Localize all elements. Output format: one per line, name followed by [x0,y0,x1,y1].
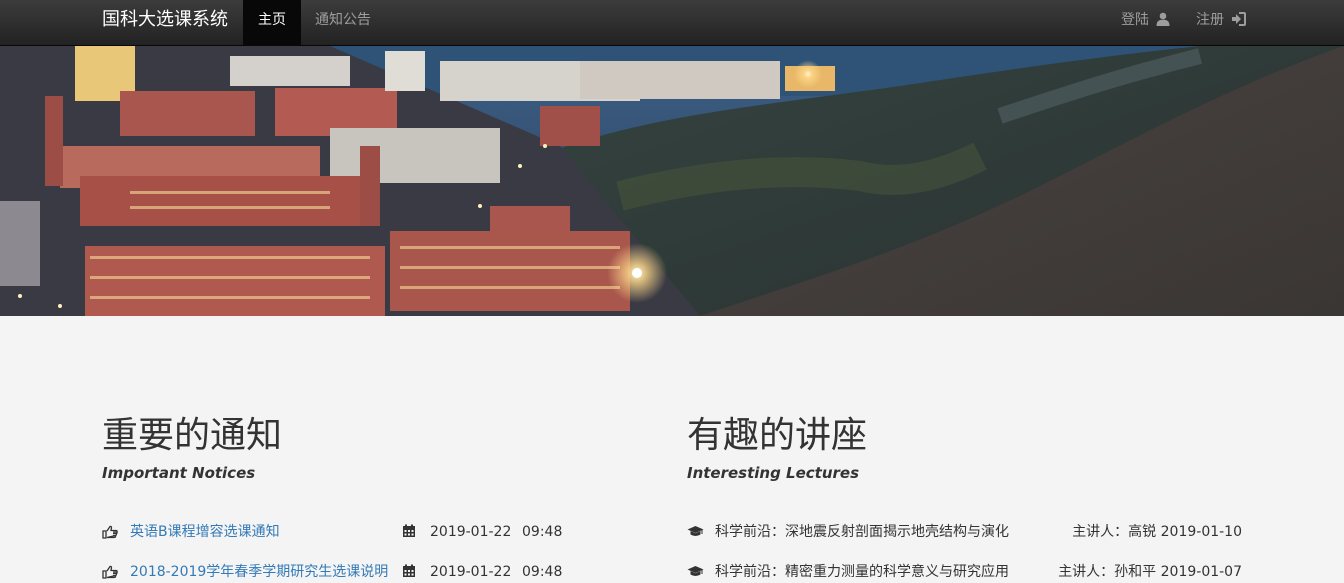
graduation-cap-icon [687,526,704,536]
calendar-icon [403,564,415,577]
brand-title[interactable]: 国科大选课系统 [102,0,228,46]
lecture-row[interactable]: 科学前沿：深地震反射剖面揭示地壳结构与演化 主讲人：高锐 2019-01-10 [687,521,1242,543]
notices-subheading: Important Notices [102,464,256,482]
nav-announcements[interactable]: 通知公告 [300,0,386,46]
notice-date-value: 2019-01-22 [430,564,512,580]
notice-link[interactable]: 英语B课程增容选课通知 [130,521,280,543]
lecture-speaker-date: 主讲人：孙和平 2019-01-07 [1058,564,1242,580]
notices-heading: 重要的通知 [102,415,283,456]
hand-pointing-right-icon [102,565,118,579]
notice-time-value: 09:48 [522,564,563,580]
graduation-cap-icon [687,566,704,576]
login-label: 登陆 [1121,12,1149,28]
register-link[interactable]: 注册 [1181,0,1261,46]
top-navbar: 国科大选课系统 主页 通知公告 登陆 注册 [0,0,1344,46]
campus-banner-image [0,46,1344,316]
user-icon [1156,12,1170,26]
notice-time-value: 09:48 [522,524,563,540]
lecture-row[interactable]: 科学前沿：精密重力测量的科学意义与研究应用 主讲人：孙和平 2019-01-07 [687,561,1242,583]
notice-row: 2018-2019学年春季学期研究生选课说明 2019-01-22 09:48 [102,561,582,583]
lecture-speaker-date: 主讲人：高锐 2019-01-10 [1072,524,1242,540]
notice-date-value: 2019-01-22 [430,524,512,540]
login-link[interactable]: 登陆 [1106,0,1185,46]
lecture-title: 科学前沿：深地震反射剖面揭示地壳结构与演化 [715,524,1009,540]
lecture-title: 科学前沿：精密重力测量的科学意义与研究应用 [715,564,1009,580]
nav-home[interactable]: 主页 [243,0,301,46]
calendar-icon [403,524,415,537]
sign-in-icon [1232,12,1247,26]
register-label: 注册 [1196,12,1224,28]
lectures-heading: 有趣的讲座 [687,415,868,456]
lectures-subheading: Interesting Lectures [687,464,860,482]
hand-pointing-right-icon [102,525,118,539]
notice-row: 英语B课程增容选课通知 2019-01-22 09:48 [102,521,582,543]
notice-link[interactable]: 2018-2019学年春季学期研究生选课说明 [130,561,388,583]
